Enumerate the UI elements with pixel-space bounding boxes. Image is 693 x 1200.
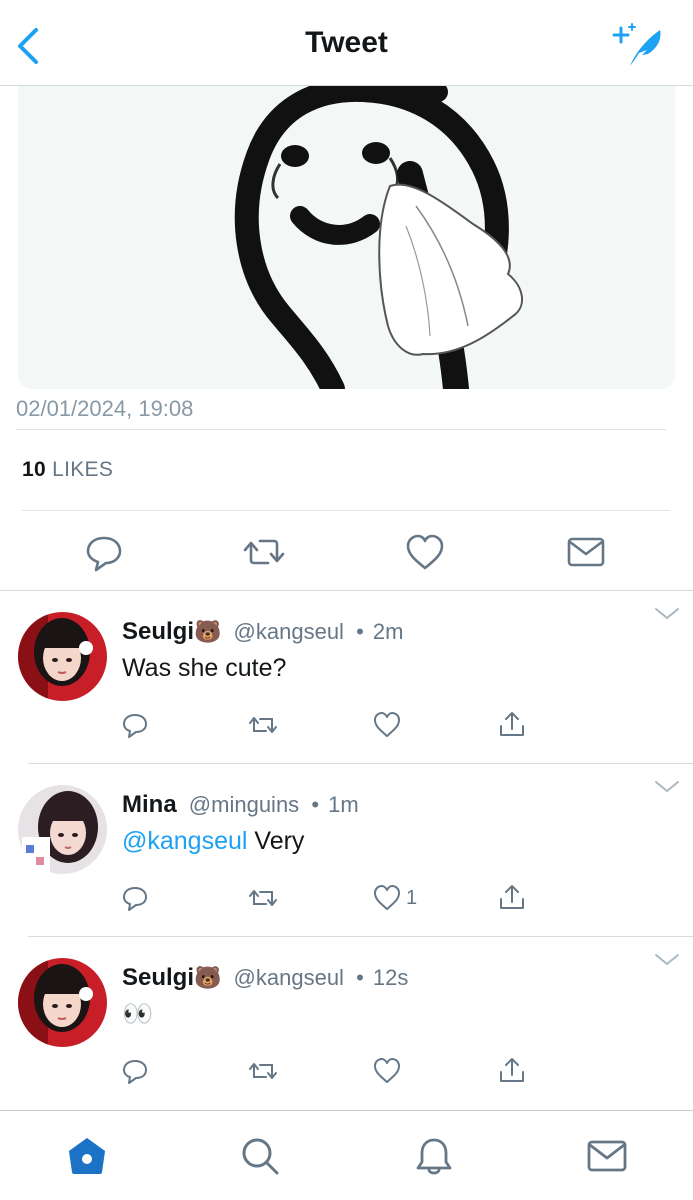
retweet-icon bbox=[249, 890, 277, 906]
retweet-button[interactable] bbox=[242, 530, 286, 574]
heart-icon bbox=[374, 712, 400, 737]
avatar[interactable] bbox=[18, 958, 107, 1047]
reply-tweet[interactable]: Seulgi🐻 @kangseul • 12s 👀 bbox=[0, 938, 693, 1110]
like-button[interactable] bbox=[403, 530, 447, 574]
reply-text: 👀 bbox=[122, 1000, 153, 1029]
tab-search[interactable] bbox=[239, 1135, 281, 1177]
reply-button[interactable] bbox=[120, 708, 150, 742]
share-icon bbox=[500, 885, 524, 909]
user-handle[interactable]: @minguins bbox=[189, 792, 299, 817]
reply-icon bbox=[86, 536, 122, 572]
divider bbox=[28, 763, 693, 764]
page-title: Tweet bbox=[305, 26, 388, 59]
reply-header: Seulgi🐻 @kangseul • 12s bbox=[122, 964, 408, 992]
compose-tweet-button[interactable] bbox=[612, 22, 668, 68]
share-button[interactable] bbox=[497, 881, 527, 915]
reply-button[interactable] bbox=[120, 1054, 150, 1088]
messages-icon bbox=[587, 1140, 627, 1172]
avatar[interactable] bbox=[18, 785, 107, 874]
reply-button[interactable] bbox=[82, 530, 126, 574]
reply-icon bbox=[123, 887, 147, 911]
bell-icon bbox=[416, 1138, 452, 1175]
like-button[interactable] bbox=[372, 708, 406, 742]
user-avatar-photo bbox=[18, 612, 107, 701]
share-icon bbox=[500, 712, 524, 736]
mention-link[interactable]: @kangseul bbox=[122, 827, 247, 855]
avatar[interactable] bbox=[18, 612, 107, 701]
divider bbox=[0, 590, 693, 591]
tweet-options-button[interactable] bbox=[654, 606, 680, 622]
share-icon bbox=[500, 1058, 524, 1082]
search-icon bbox=[242, 1138, 279, 1175]
retweet-icon bbox=[249, 717, 277, 733]
share-button[interactable] bbox=[497, 708, 527, 742]
like-count: 1 bbox=[406, 886, 418, 909]
reply-text: @kangseul Very bbox=[122, 827, 304, 856]
reply-icon bbox=[123, 714, 147, 738]
likes-stat[interactable]: 10 LIKES bbox=[22, 458, 113, 482]
heart-icon bbox=[406, 534, 444, 570]
likes-label: LIKES bbox=[52, 458, 114, 481]
tweet-options-button[interactable] bbox=[654, 779, 680, 795]
retweet-icon bbox=[249, 1063, 277, 1079]
reply-tweet[interactable]: Seulgi🐻 @kangseul • 2m Was she cute? bbox=[0, 592, 693, 764]
reply-header: Seulgi🐻 @kangseul • 2m bbox=[122, 618, 403, 646]
reply-time: 1m bbox=[328, 792, 359, 817]
tab-notifications[interactable] bbox=[413, 1135, 455, 1177]
tweet-action-bar bbox=[0, 512, 693, 590]
divider bbox=[16, 429, 666, 430]
reply-body: Was she cute? bbox=[122, 654, 287, 682]
display-name[interactable]: Mina bbox=[122, 791, 177, 818]
tweet-timestamp: 02/01/2024, 19:08 bbox=[16, 396, 194, 421]
retweet-icon bbox=[243, 539, 285, 565]
reply-header: Mina @minguins • 1m bbox=[122, 791, 359, 819]
divider bbox=[28, 936, 693, 937]
reply-tweet[interactable]: Mina @minguins • 1m @kangseul Very 1 bbox=[0, 765, 693, 937]
name-emoji: 🐻 bbox=[194, 619, 222, 644]
bottom-tab-bar bbox=[0, 1110, 693, 1200]
display-name[interactable]: Seulgi bbox=[122, 964, 194, 991]
reply-time: 2m bbox=[372, 619, 404, 644]
crying-stickman-meme-image bbox=[18, 86, 675, 389]
retweet-button[interactable] bbox=[248, 881, 278, 915]
retweet-button[interactable] bbox=[248, 1054, 278, 1088]
reply-icon bbox=[123, 1060, 147, 1084]
top-nav-bar: Tweet bbox=[0, 0, 693, 86]
separator-dot: • bbox=[356, 965, 364, 990]
reply-body: 👀 bbox=[122, 1000, 154, 1028]
likes-count: 10 bbox=[22, 458, 46, 481]
compose-feather-icon bbox=[612, 23, 661, 66]
separator-dot: • bbox=[356, 619, 364, 644]
chevron-down-icon bbox=[655, 781, 679, 793]
user-avatar-photo bbox=[18, 785, 107, 874]
chevron-down-icon bbox=[655, 608, 679, 620]
direct-message-button[interactable] bbox=[564, 530, 608, 574]
home-icon bbox=[69, 1138, 105, 1174]
reply-text: Was she cute? bbox=[122, 654, 286, 683]
heart-icon bbox=[374, 885, 400, 910]
like-button[interactable] bbox=[372, 1054, 406, 1088]
heart-icon bbox=[374, 1058, 400, 1083]
name-emoji: 🐻 bbox=[194, 965, 222, 990]
user-avatar-photo bbox=[18, 958, 107, 1047]
chevron-down-icon bbox=[655, 954, 679, 966]
tweet-options-button[interactable] bbox=[654, 952, 680, 968]
reply-button[interactable] bbox=[120, 881, 150, 915]
separator-dot: • bbox=[311, 792, 320, 817]
reply-body: Very bbox=[247, 827, 305, 855]
share-button[interactable] bbox=[497, 1054, 527, 1088]
display-name[interactable]: Seulgi bbox=[122, 618, 194, 645]
tab-home[interactable] bbox=[66, 1135, 108, 1177]
mail-icon bbox=[567, 537, 605, 567]
tab-messages[interactable] bbox=[586, 1135, 628, 1177]
divider bbox=[22, 510, 670, 511]
like-button[interactable]: 1 bbox=[372, 881, 417, 915]
reply-time: 12s bbox=[372, 965, 409, 990]
retweet-button[interactable] bbox=[248, 708, 278, 742]
user-handle[interactable]: @kangseul bbox=[234, 965, 344, 990]
tweet-image[interactable] bbox=[18, 86, 675, 389]
user-handle[interactable]: @kangseul bbox=[234, 619, 344, 644]
